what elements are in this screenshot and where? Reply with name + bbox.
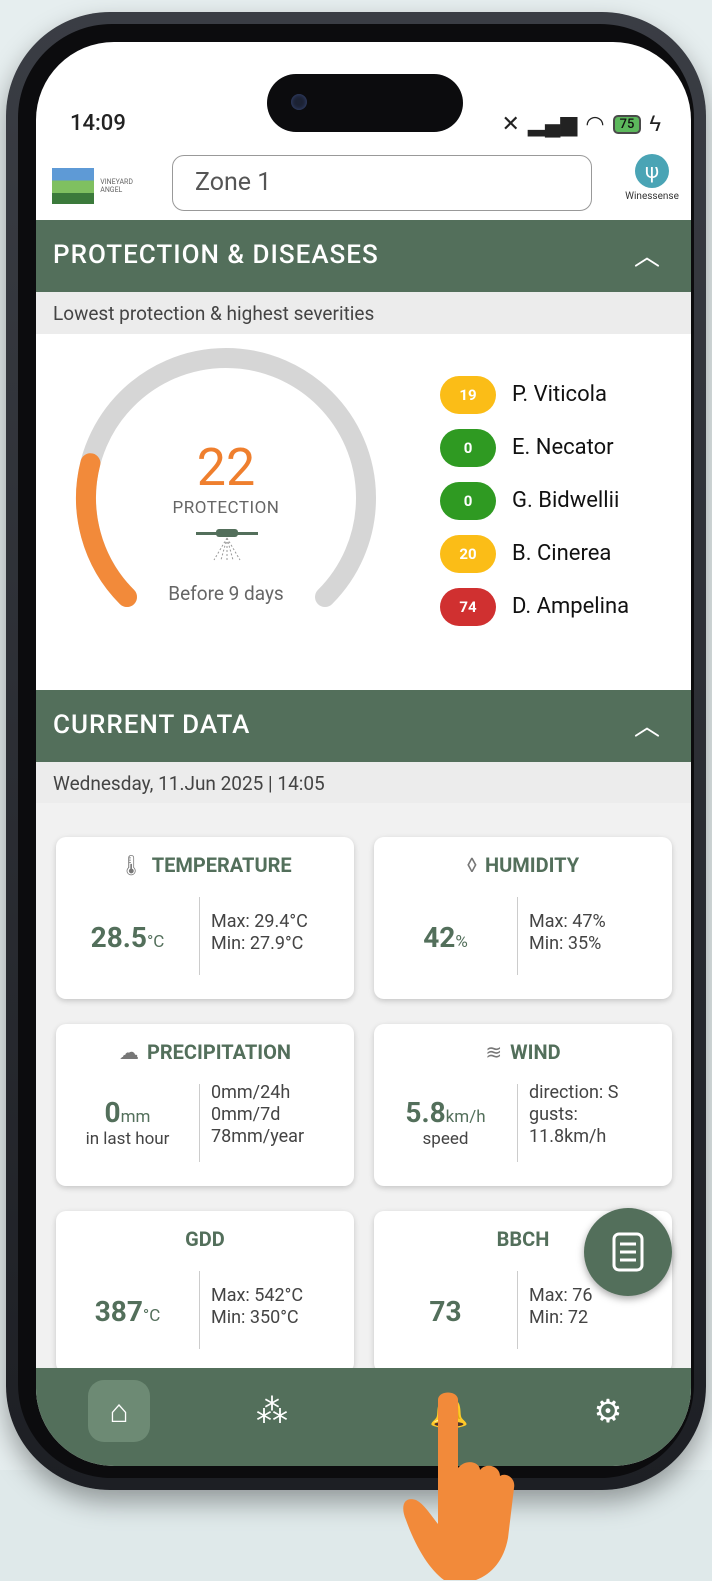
temperature-minmax: Max: 29.4°C Min: 27.9°C — [211, 911, 308, 954]
card-divider — [517, 1271, 518, 1349]
severity-badge: 19 — [440, 376, 496, 414]
gear-icon: ⚙ — [593, 1392, 623, 1430]
home-icon: ⌂ — [109, 1392, 129, 1430]
wind-icon: ≋ — [485, 1040, 503, 1064]
disease-row[interactable]: 20 B. Cinerea — [440, 535, 680, 573]
wind-value: 5.8km/h speed — [405, 1096, 486, 1149]
precipitation-title: ☁ PRECIPITATION — [118, 1040, 292, 1064]
disease-name: P. Viticola — [512, 382, 607, 407]
current-data-section-header[interactable]: CURRENT DATA ︿ — [36, 690, 691, 762]
disease-name: E. Necator — [512, 435, 614, 460]
protection-value: 22 — [196, 437, 256, 498]
rain-cloud-icon: ☁ — [118, 1040, 139, 1064]
charging-icon: ϟ — [649, 112, 661, 137]
card-divider — [199, 1084, 200, 1162]
nav-settings[interactable]: ⚙ — [577, 1380, 639, 1442]
protection-label: PROTECTION — [172, 498, 280, 518]
zone-selector[interactable]: Zone 1 — [172, 155, 592, 211]
logo-text: VINEYARD ANGEL — [100, 178, 133, 194]
gdd-card[interactable]: GDD 387°C Max: 542°C Min: 350°C — [56, 1211, 354, 1373]
signal-icon: ▂▄▆ — [527, 112, 578, 137]
droplet-icon: ◊ — [466, 853, 477, 877]
humidity-title: ◊ HUMIDITY — [466, 853, 580, 877]
protection-subtitle: Lowest protection & highest severities — [36, 292, 691, 334]
document-list-icon — [612, 1232, 644, 1272]
temperature-title: 🌡 TEMPERATURE — [118, 853, 292, 877]
brand-label: Winessense — [625, 191, 679, 202]
severity-badge: 0 — [440, 429, 496, 467]
phone-frame: 14:09 ✕ ▂▄▆ ◠ 75 ϟ VINEYARD ANGEL Zone 1… — [6, 12, 706, 1490]
severity-badge: 74 — [440, 588, 496, 626]
card-divider — [199, 897, 200, 975]
tap-hand-icon — [403, 1392, 515, 1580]
last-treatment: Before 9 days — [168, 582, 284, 605]
temperature-value: 28.5°C — [90, 921, 165, 954]
humidity-value: 42% — [423, 921, 468, 954]
nav-home[interactable]: ⌂ — [88, 1380, 150, 1442]
winessense-logo-icon: ψ — [635, 154, 669, 188]
disease-name: B. Cinerea — [512, 541, 612, 566]
gauge-fill — [76, 453, 137, 607]
bottom-nav: ⌂ ⁂ 🔔 ⚙ — [36, 1368, 691, 1466]
bbch-value: 73 — [429, 1295, 462, 1328]
temperature-card[interactable]: 🌡 TEMPERATURE 28.5°C Max: 29.4°C Min: 27.9… — [56, 837, 354, 999]
top-bar: VINEYARD ANGEL Zone 1 ψ Winessense — [36, 150, 691, 220]
battery-icon: 75 — [612, 114, 642, 134]
drone-spray-icon — [196, 529, 258, 561]
card-divider — [517, 897, 518, 975]
section-title: CURRENT DATA — [53, 710, 251, 740]
precipitation-totals: 0mm/24h 0mm/7d 78mm/year — [211, 1082, 305, 1147]
app-screen: 14:09 ✕ ▂▄▆ ◠ 75 ϟ VINEYARD ANGEL Zone 1… — [36, 42, 691, 1466]
wind-details: direction: Sgusts: 11.8km/h — [529, 1082, 619, 1147]
precipitation-card[interactable]: ☁ PRECIPITATION 0mm in last hour 0mm/24h 0m… — [56, 1024, 354, 1186]
current-datetime: Wednesday, 11.Jun 2025 | 14:05 — [36, 762, 691, 804]
disease-name: G. Bidwellii — [512, 488, 620, 513]
gdd-minmax: Max: 542°C Min: 350°C — [211, 1285, 304, 1328]
thermometer-icon: 🌡 — [118, 853, 144, 877]
disease-row[interactable]: 0 E. Necator — [440, 429, 680, 467]
protection-section-header[interactable]: PROTECTION & DISEASES ︿ — [36, 220, 691, 292]
wind-title: ≋ WIND — [485, 1040, 561, 1064]
status-bar: 14:09 ✕ ▂▄▆ ◠ 75 ϟ — [70, 111, 661, 141]
disease-row[interactable]: 0 G. Bidwellii — [440, 482, 680, 520]
gdd-title: GDD — [185, 1227, 225, 1251]
disease-name: D. Ampelina — [512, 594, 630, 619]
chevron-up-icon[interactable]: ︿ — [634, 236, 661, 273]
disease-row[interactable]: 19 P. Viticola — [440, 376, 680, 414]
severity-badge: 0 — [440, 482, 496, 520]
app-logo[interactable]: VINEYARD ANGEL — [52, 168, 148, 204]
humidity-card[interactable]: ◊ HUMIDITY 42% Max: 47% Min: 35% — [374, 837, 672, 999]
vineyard-logo-icon — [52, 168, 95, 204]
wifi-icon: ◠ — [585, 111, 605, 137]
card-divider — [199, 1271, 200, 1349]
precipitation-value: 0mm in last hour — [85, 1096, 170, 1149]
report-button[interactable] — [584, 1208, 672, 1296]
section-title: PROTECTION & DISEASES — [53, 240, 379, 270]
disease-row[interactable]: 74 D. Ampelina — [440, 588, 680, 626]
chevron-up-icon[interactable]: ︿ — [634, 706, 661, 743]
status-icons: ✕ ▂▄▆ ◠ 75 ϟ — [501, 111, 661, 138]
nav-vineyard[interactable]: ⁂ — [241, 1380, 303, 1442]
humidity-minmax: Max: 47% Min: 35% — [529, 911, 606, 954]
severity-badge: 20 — [440, 535, 496, 573]
card-divider — [517, 1084, 518, 1162]
grape-icon: ⁂ — [256, 1392, 288, 1430]
status-time: 14:09 — [70, 111, 126, 136]
gdd-value: 387°C — [94, 1295, 161, 1328]
mute-icon: ✕ — [501, 111, 520, 137]
bbch-minmax: Max: 76 Min: 72 — [529, 1285, 593, 1328]
winessense-brand[interactable]: ψ Winessense — [617, 154, 687, 202]
camera-icon — [291, 94, 307, 110]
wind-card[interactable]: ≋ WIND 5.8km/h speed direction: Sgusts: 11.… — [374, 1024, 672, 1186]
